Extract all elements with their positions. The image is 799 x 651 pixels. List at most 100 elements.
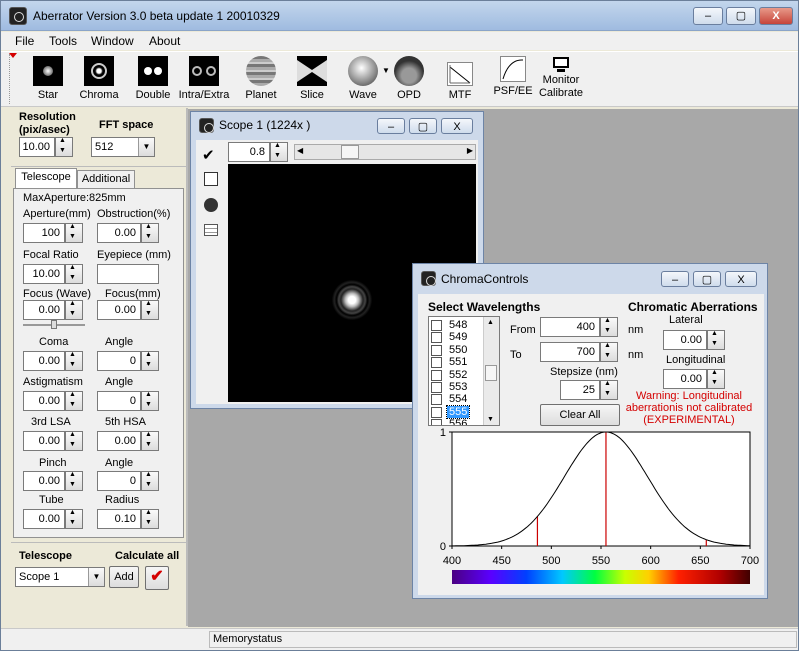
hsa5-spinner[interactable] bbox=[141, 431, 159, 451]
tube-input[interactable]: 0.00 bbox=[23, 509, 65, 529]
slice-button[interactable]: Slice bbox=[295, 56, 329, 101]
wavelength-checkbox[interactable] bbox=[431, 382, 442, 393]
astigmatism-spinner[interactable] bbox=[65, 391, 83, 411]
eyepiece-input[interactable] bbox=[97, 264, 159, 284]
lsa3-spinner[interactable] bbox=[65, 431, 83, 451]
lateral-spinner[interactable] bbox=[707, 330, 725, 350]
tube-spinner[interactable] bbox=[65, 509, 83, 529]
pinch-input[interactable]: 0.00 bbox=[23, 471, 65, 491]
focus-mm-spinner[interactable] bbox=[141, 300, 159, 320]
menu-window[interactable]: Window bbox=[91, 34, 134, 48]
menu-tools[interactable]: Tools bbox=[49, 34, 77, 48]
tab-additional[interactable]: Additional bbox=[77, 170, 135, 188]
add-scope-button[interactable]: Add bbox=[109, 566, 139, 588]
wavelength-item[interactable]: 549 bbox=[431, 331, 483, 344]
lateral-input[interactable]: 0.00 bbox=[663, 330, 707, 350]
wavelength-checkbox[interactable] bbox=[431, 357, 442, 369]
focus-wave-input[interactable]: 0.00 bbox=[23, 300, 65, 320]
coma-input[interactable]: 0.00 bbox=[23, 351, 65, 371]
radius-input[interactable]: 0.10 bbox=[97, 509, 141, 529]
to-spinner[interactable] bbox=[600, 342, 618, 362]
chroma-minimize-button[interactable]: – bbox=[661, 271, 689, 287]
wavelength-checkbox[interactable] bbox=[431, 320, 442, 331]
wavelength-checkbox[interactable] bbox=[431, 394, 442, 406]
wavelength-checkbox[interactable] bbox=[431, 369, 442, 381]
menu-file[interactable]: File bbox=[15, 34, 34, 48]
wavelength-checkbox[interactable] bbox=[431, 344, 442, 356]
chroma-maximize-button[interactable]: ▢ bbox=[693, 271, 721, 287]
wavelength-checkbox[interactable] bbox=[431, 332, 442, 344]
focal-ratio-input[interactable]: 10.00 bbox=[23, 264, 65, 284]
coma-spinner[interactable] bbox=[65, 351, 83, 371]
wavelength-item[interactable]: 556 bbox=[431, 418, 483, 425]
scroll-right-icon[interactable]: ▶ bbox=[467, 146, 473, 155]
wavelength-list-scrollbar[interactable]: ▲ ▼ bbox=[483, 317, 499, 425]
astigmatism-input[interactable]: 0.00 bbox=[23, 391, 65, 411]
wavelength-item[interactable]: 554 bbox=[431, 393, 483, 406]
globe-icon[interactable] bbox=[204, 198, 218, 212]
resolution-spinner[interactable] bbox=[55, 137, 73, 157]
calculate-all-button[interactable]: ✔ bbox=[145, 566, 169, 590]
wavelength-item[interactable]: 551 bbox=[431, 356, 483, 369]
toolbar-grip[interactable] bbox=[9, 54, 15, 104]
wavelength-item[interactable]: 550 bbox=[431, 344, 483, 356]
aperture-input[interactable]: 100 bbox=[23, 223, 65, 243]
wavelength-list[interactable]: 548 549 550 551 552 553 554 555 556 ▲ ▼ bbox=[428, 316, 500, 426]
zoom-scroll-thumb[interactable] bbox=[341, 145, 359, 159]
check-icon[interactable]: ✔ bbox=[202, 146, 215, 164]
scroll-up-icon[interactable]: ▲ bbox=[487, 319, 494, 326]
table-icon[interactable] bbox=[204, 224, 218, 236]
from-spinner[interactable] bbox=[600, 317, 618, 337]
chevron-down-icon[interactable]: ▼ bbox=[138, 138, 154, 156]
scope-close-button[interactable]: X bbox=[441, 118, 473, 134]
toolbar-dropdown-icon[interactable] bbox=[9, 53, 17, 58]
zoom-input[interactable]: 0.8 bbox=[228, 142, 270, 162]
wave-dropdown-arrow[interactable]: ▼ bbox=[382, 66, 390, 75]
wavelength-item[interactable]: 548 bbox=[431, 319, 483, 331]
chroma-close-button[interactable]: X bbox=[725, 271, 757, 287]
obstruction-spinner[interactable] bbox=[141, 223, 159, 243]
coma-angle-spinner[interactable] bbox=[141, 351, 159, 371]
mtf-button[interactable]: MTF bbox=[445, 56, 475, 101]
scroll-left-icon[interactable]: ◀ bbox=[297, 146, 303, 155]
save-image-icon[interactable] bbox=[204, 172, 218, 186]
menu-about[interactable]: About bbox=[149, 34, 180, 48]
wavelength-item[interactable]: 553 bbox=[431, 381, 483, 393]
longitudinal-spinner[interactable] bbox=[707, 369, 725, 389]
pinch-angle-input[interactable]: 0 bbox=[97, 471, 141, 491]
focus-mm-input[interactable]: 0.00 bbox=[97, 300, 141, 320]
clear-all-button[interactable]: Clear All bbox=[540, 404, 620, 426]
fft-space-select[interactable]: 512 ▼ bbox=[91, 137, 155, 157]
wavelength-checkbox[interactable] bbox=[431, 406, 442, 418]
pinch-angle-spinner[interactable] bbox=[141, 471, 159, 491]
zoom-scrollbar[interactable]: ◀ ▶ bbox=[294, 144, 476, 160]
maximize-button[interactable]: ▢ bbox=[726, 7, 756, 25]
wavelength-item[interactable]: 555 bbox=[431, 404, 483, 419]
aperture-spinner[interactable] bbox=[65, 223, 83, 243]
opd-button[interactable]: OPD bbox=[393, 56, 425, 101]
scroll-down-icon[interactable]: ▼ bbox=[487, 416, 494, 423]
chevron-down-icon[interactable]: ▼ bbox=[88, 568, 104, 586]
focal-ratio-spinner[interactable] bbox=[65, 264, 83, 284]
focus-slider-thumb[interactable] bbox=[51, 320, 57, 329]
resolution-input[interactable]: 10.00 bbox=[19, 137, 55, 157]
scope-minimize-button[interactable]: – bbox=[377, 118, 405, 134]
hsa5-input[interactable]: 0.00 bbox=[97, 431, 141, 451]
zoom-spinner[interactable] bbox=[270, 142, 288, 162]
scope-maximize-button[interactable]: ▢ bbox=[409, 118, 437, 134]
tab-telescope[interactable]: Telescope bbox=[15, 168, 77, 188]
pinch-spinner[interactable] bbox=[65, 471, 83, 491]
focus-wave-spinner[interactable] bbox=[65, 300, 83, 320]
wave-button[interactable]: ▼ Wave bbox=[341, 56, 390, 101]
from-input[interactable]: 400 bbox=[540, 317, 600, 337]
coma-angle-input[interactable]: 0 bbox=[97, 351, 141, 371]
wavelength-scroll-thumb[interactable] bbox=[485, 365, 497, 381]
radius-spinner[interactable] bbox=[141, 509, 159, 529]
star-button[interactable]: Star bbox=[31, 56, 65, 101]
monitor-calibrate-button[interactable]: Monitor Calibrate bbox=[537, 56, 585, 100]
stepsize-input[interactable]: 25 bbox=[560, 380, 600, 400]
astig-angle-spinner[interactable] bbox=[141, 391, 159, 411]
double-button[interactable]: Double bbox=[133, 56, 173, 101]
chroma-button[interactable]: Chroma bbox=[79, 56, 119, 101]
close-button[interactable]: X bbox=[759, 7, 793, 25]
